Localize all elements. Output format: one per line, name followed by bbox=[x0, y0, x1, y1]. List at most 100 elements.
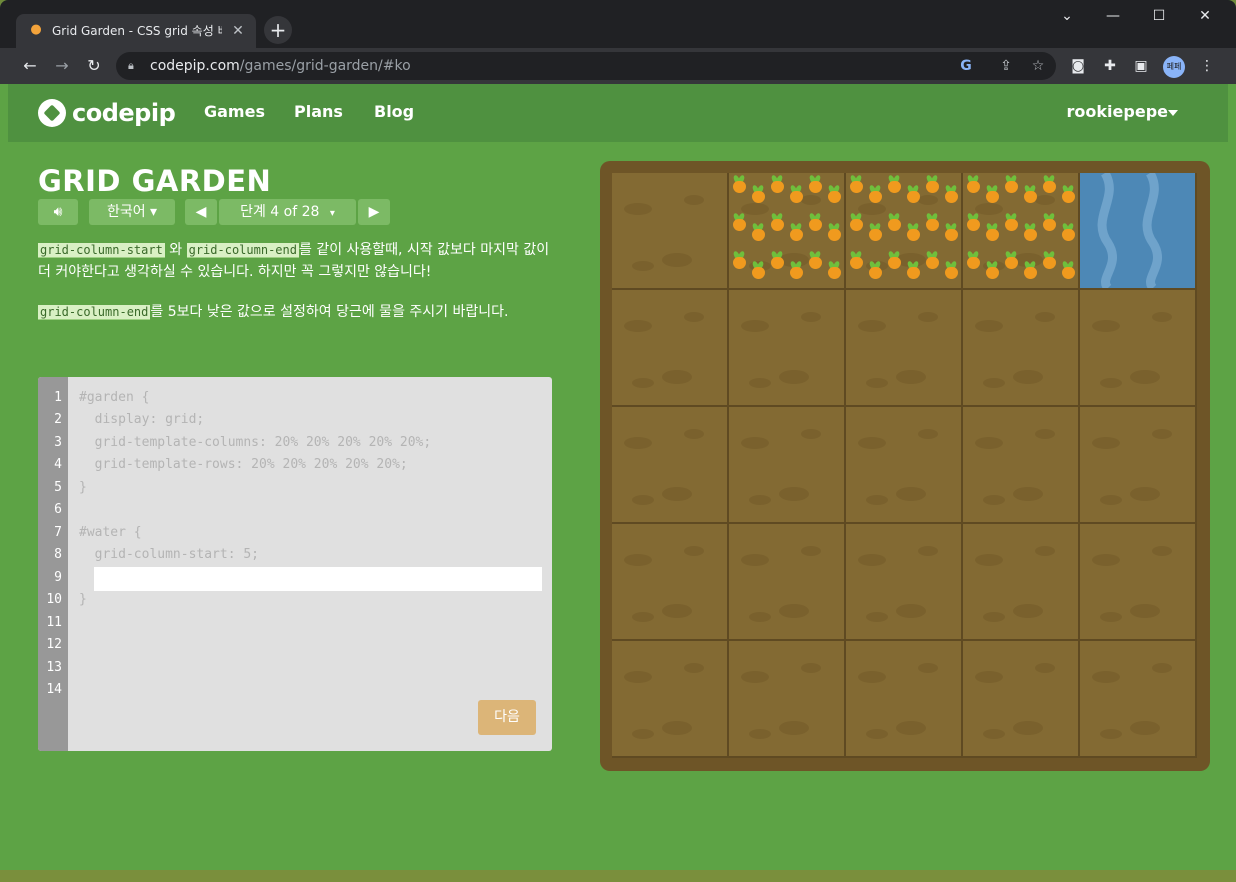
caret-down-icon[interactable] bbox=[1168, 110, 1178, 116]
extensions-puzzle-icon[interactable]: ✚ bbox=[1100, 56, 1120, 76]
dirt-spot bbox=[779, 604, 809, 618]
codepip-logo[interactable]: codepip bbox=[38, 98, 176, 128]
logo-text: codepip bbox=[72, 99, 176, 127]
reload-icon[interactable]: ↻ bbox=[82, 54, 106, 78]
next-level-button[interactable]: ▶ bbox=[358, 199, 390, 225]
dirt-spot bbox=[1092, 554, 1120, 566]
line-number: 6 bbox=[54, 502, 62, 517]
dirt-spot bbox=[741, 554, 769, 566]
carrot-icon bbox=[1058, 261, 1078, 279]
dirt-spot bbox=[624, 203, 652, 215]
new-tab-button[interactable]: + bbox=[264, 16, 292, 44]
carrot-icon bbox=[1020, 261, 1040, 279]
carrot-icon bbox=[729, 213, 749, 231]
desktop-background bbox=[0, 870, 1236, 882]
bookmark-star-icon[interactable]: ☆ bbox=[1028, 56, 1048, 76]
dirt-spot bbox=[624, 320, 652, 332]
code-line: grid-column-start: 5; bbox=[79, 547, 260, 562]
browser-tab[interactable]: ● Grid Garden - CSS grid 속성 배우기 ✕ bbox=[16, 14, 256, 48]
screenshot-camera-icon[interactable]: ◙ bbox=[1068, 56, 1088, 76]
carrot-icon bbox=[922, 175, 942, 193]
code-line: } bbox=[79, 480, 87, 495]
carrot-icon bbox=[846, 175, 866, 193]
dirt-cell bbox=[846, 524, 961, 639]
google-lens-icon[interactable]: G bbox=[956, 56, 976, 76]
profile-avatar[interactable]: 페페 bbox=[1163, 56, 1185, 78]
dirt-cell bbox=[729, 407, 844, 522]
dirt-spot bbox=[858, 671, 886, 683]
dirt-cell bbox=[846, 290, 961, 405]
instructions-paragraph-1: grid-column-start 와 grid-column-end 를 같이 … bbox=[38, 239, 558, 283]
carrot-icon bbox=[1058, 223, 1078, 241]
maximize-icon[interactable]: ☐ bbox=[1144, 6, 1174, 26]
code-grid-column-end: grid-column-end bbox=[38, 305, 151, 320]
address-bar[interactable]: 🔒︎ codepip.com/games/grid-garden/#ko G ⇪… bbox=[116, 52, 1056, 80]
dirt-spot bbox=[632, 495, 654, 505]
side-panel-icon[interactable]: ▣ bbox=[1131, 56, 1151, 76]
share-icon[interactable]: ⇪ bbox=[996, 56, 1016, 76]
tab-search-chevron-icon[interactable]: ⌄ bbox=[1052, 6, 1082, 26]
previous-level-button[interactable]: ◀ bbox=[185, 199, 217, 225]
dirt-spot bbox=[918, 429, 938, 439]
carrot-icon bbox=[884, 175, 904, 193]
next-button[interactable]: 다음 bbox=[478, 700, 536, 735]
menu-kebab-icon[interactable]: ⋮ bbox=[1197, 56, 1217, 76]
dirt-spot bbox=[801, 312, 821, 322]
dirt-spot bbox=[1092, 437, 1120, 449]
carrot-icon bbox=[748, 223, 768, 241]
carrot-icon bbox=[846, 213, 866, 231]
dirt-spot bbox=[1100, 612, 1122, 622]
user-menu[interactable]: rookiepepe bbox=[1067, 102, 1168, 121]
dirt-spot bbox=[918, 312, 938, 322]
dirt-spot bbox=[1152, 429, 1172, 439]
sound-button[interactable]: 🔊︎ bbox=[38, 199, 78, 225]
carrot-icon bbox=[941, 261, 961, 279]
forward-arrow-icon[interactable]: → bbox=[50, 54, 74, 78]
carrot-icon bbox=[865, 261, 885, 279]
nav-games[interactable]: Games bbox=[204, 102, 265, 121]
line-number-gutter: 1 2 3 4 5 6 7 8 9 10 11 12 13 14 bbox=[38, 377, 68, 751]
dirt-spot bbox=[858, 320, 886, 332]
dirt-spot bbox=[632, 261, 654, 271]
carrot-icon bbox=[903, 223, 923, 241]
dirt-cell bbox=[729, 524, 844, 639]
codepip-logo-icon bbox=[38, 99, 66, 127]
level-selector[interactable]: 단계 4 of 28 ▾ bbox=[219, 199, 356, 225]
carrot-icon bbox=[1058, 185, 1078, 203]
dirt-spot bbox=[662, 721, 692, 735]
code-line: display: grid; bbox=[79, 412, 205, 427]
nav-plans[interactable]: Plans bbox=[294, 102, 343, 121]
carrot-icon bbox=[824, 223, 844, 241]
dirt-spot bbox=[801, 663, 821, 673]
carrot-icon bbox=[1001, 175, 1021, 193]
carrot-icon bbox=[824, 261, 844, 279]
carrot-icon bbox=[846, 251, 866, 269]
dirt-spot bbox=[801, 546, 821, 556]
url-text[interactable]: codepip.com/games/grid-garden/#ko bbox=[150, 52, 411, 80]
instruction-text: 와 bbox=[164, 242, 187, 258]
answer-input[interactable] bbox=[94, 567, 542, 591]
code-line: grid-template-columns: 20% 20% 20% 20% 2… bbox=[79, 435, 432, 450]
dirt-spot bbox=[1092, 320, 1120, 332]
language-select[interactable]: 한국어 ▾ bbox=[89, 199, 175, 225]
nav-blog[interactable]: Blog bbox=[374, 102, 414, 121]
dirt-spot bbox=[684, 195, 704, 205]
carrot-icon bbox=[982, 223, 1002, 241]
carrot-icon bbox=[1001, 251, 1021, 269]
code-grid-column-start: grid-column-start bbox=[38, 243, 165, 258]
close-window-icon[interactable]: ✕ bbox=[1190, 6, 1220, 26]
close-tab-icon[interactable]: ✕ bbox=[230, 23, 246, 39]
dirt-cell bbox=[729, 290, 844, 405]
dirt-spot bbox=[1013, 604, 1043, 618]
dirt-spot bbox=[1130, 487, 1160, 501]
carrot-icon bbox=[767, 213, 787, 231]
back-arrow-icon[interactable]: ← bbox=[18, 54, 42, 78]
carrot-icon bbox=[824, 185, 844, 203]
dirt-cell bbox=[846, 407, 961, 522]
dirt-spot bbox=[684, 663, 704, 673]
browser-window: ● Grid Garden - CSS grid 속성 배우기 ✕ + ⌄ — … bbox=[0, 0, 1236, 882]
minimize-icon[interactable]: — bbox=[1098, 6, 1128, 26]
carrot-icon bbox=[865, 223, 885, 241]
carrot-cell bbox=[729, 173, 844, 288]
url-domain: codepip.com bbox=[150, 58, 240, 74]
